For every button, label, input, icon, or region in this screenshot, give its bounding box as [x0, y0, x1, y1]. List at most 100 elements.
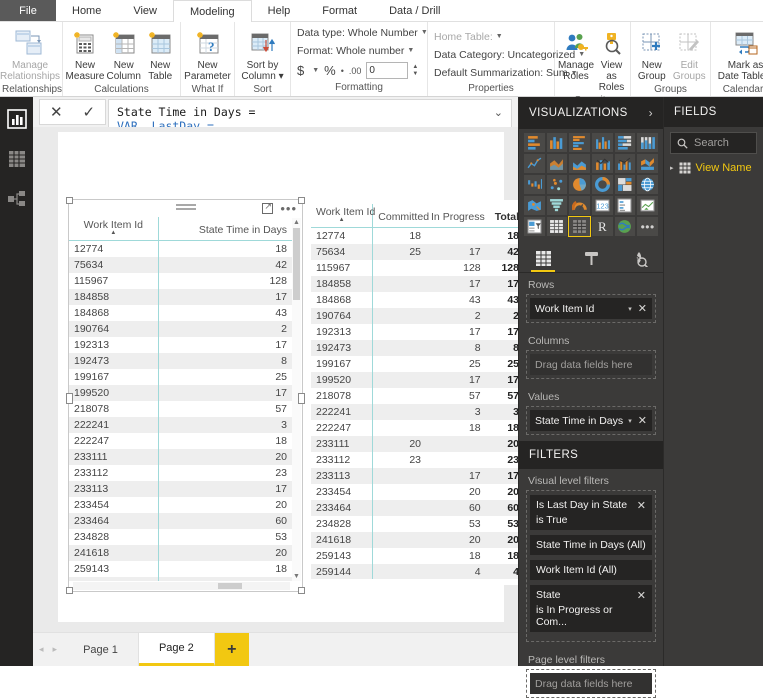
page-tab-page-2[interactable]: Page 2 — [138, 633, 215, 666]
new-parameter-button[interactable]: ? New Parameter — [183, 26, 232, 84]
matrix-row[interactable]: 199167 25 25 — [311, 356, 518, 372]
map-icon[interactable] — [637, 175, 658, 194]
tab-help[interactable]: Help — [252, 0, 307, 21]
matrix-row[interactable]: 184858 17 17 — [311, 276, 518, 292]
drop-zone[interactable]: Drag data fields here — [530, 354, 652, 375]
donut-chart-icon[interactable] — [591, 175, 613, 194]
matrix-row[interactable]: 192473 8 8 — [311, 340, 518, 356]
sidebar-item-model-view[interactable] — [5, 187, 29, 211]
scroll-thumb[interactable] — [293, 228, 300, 300]
line-clustered-column-chart-icon[interactable] — [614, 154, 636, 173]
funnel-chart-icon[interactable] — [546, 196, 568, 215]
table-visual[interactable]: ••• Work Item Id ▲ State Time in Days — [66, 197, 305, 594]
col-header-work-item-id[interactable]: Work Item Id ▲ — [69, 217, 159, 241]
clustered-bar-chart-icon[interactable] — [569, 133, 590, 152]
formula-cancel-button[interactable]: ✕ — [50, 105, 63, 120]
resize-handle-l[interactable] — [66, 392, 73, 404]
col-header-work-item-id[interactable]: Work Item Id ▲ — [311, 204, 375, 228]
table-icon[interactable] — [546, 217, 568, 236]
formula-expand-icon[interactable]: ⌄ — [494, 106, 503, 119]
chevron-down-icon[interactable]: ▾ — [628, 305, 632, 313]
matrix-row[interactable]: 233464 60 60 — [311, 500, 518, 516]
home-table-dropdown[interactable]: Home Table: ▼ — [430, 28, 507, 46]
new-table-button[interactable]: New Table — [142, 26, 178, 84]
matrix-row[interactable]: 75634 25 17 42 — [311, 244, 518, 260]
format-dropdown[interactable]: Format: Whole number ▼ — [293, 42, 418, 60]
more-visuals-icon[interactable]: ••• — [637, 217, 658, 236]
matrix-row[interactable]: 190764 2 2 — [311, 308, 518, 324]
filter-card[interactable]: State ✕ is In Progress or Com... — [530, 585, 652, 632]
page-next-icon[interactable]: ▸ — [53, 644, 58, 655]
matrix-row[interactable]: 234828 53 53 — [311, 516, 518, 532]
card-icon[interactable]: 123 — [591, 196, 613, 215]
table-row[interactable]: 222247 18 — [69, 433, 292, 449]
gauge-chart-icon[interactable] — [569, 196, 590, 215]
matrix-icon[interactable] — [568, 216, 591, 237]
page-prev-icon[interactable]: ◂ — [39, 644, 44, 655]
table-row[interactable]: 75634 42 — [69, 257, 292, 273]
add-page-button[interactable]: + — [214, 633, 249, 666]
table-row[interactable]: 241618 20 — [69, 545, 292, 561]
table-visual-body[interactable]: Work Item Id ▲ State Time in Days 12774 1… — [69, 217, 292, 581]
currency-button[interactable]: $ — [297, 63, 304, 78]
tab-home[interactable]: Home — [56, 0, 117, 21]
page-level-filters-well[interactable]: Drag data fields here — [526, 669, 656, 698]
table-row[interactable]: 234828 53 — [69, 529, 292, 545]
kpi-icon[interactable] — [637, 196, 658, 215]
matrix-row[interactable]: 199520 17 17 — [311, 372, 518, 388]
hscroll-thumb[interactable] — [218, 583, 242, 589]
well-values[interactable]: State Time in Days ▾ ✕ — [526, 406, 656, 435]
percent-button[interactable]: % — [324, 63, 336, 78]
table-row[interactable]: 184868 43 — [69, 305, 292, 321]
sidebar-item-data-view[interactable] — [5, 147, 29, 171]
matrix-row[interactable]: 12774 18 18 — [311, 227, 518, 244]
table-row[interactable]: 233112 23 — [69, 465, 292, 481]
100-stacked-column-chart-icon[interactable] — [637, 133, 658, 152]
canvas[interactable]: ••• Work Item Id ▲ State Time in Days — [33, 127, 518, 632]
well-rows[interactable]: Work Item Id ▾ ✕ — [526, 294, 656, 323]
tab-modeling[interactable]: Modeling — [173, 0, 252, 22]
col-header-total[interactable]: Total — [485, 204, 518, 228]
stacked-area-chart-icon[interactable] — [569, 154, 590, 173]
pie-chart-icon[interactable] — [569, 175, 590, 194]
tab-analytics[interactable] — [615, 244, 663, 272]
multi-row-card-icon[interactable] — [614, 196, 636, 215]
new-column-button[interactable]: New Column — [105, 26, 142, 84]
field-chip[interactable]: Work Item Id ▾ ✕ — [530, 298, 652, 319]
formula-input[interactable]: State Time in Days = VAR _LastDay = ⌄ — [108, 99, 512, 128]
matrix-row[interactable]: 115967 128 128 — [311, 260, 518, 276]
scroll-up-icon[interactable]: ▲ — [292, 218, 301, 227]
page-filters-dropzone[interactable]: Drag data fields here — [530, 673, 652, 694]
decimal-places-input[interactable]: 0 — [366, 62, 409, 80]
expand-triangle-icon[interactable]: ▸ — [670, 164, 674, 172]
table-row[interactable]: 259143 18 — [69, 561, 292, 577]
table-row[interactable]: 199520 17 — [69, 385, 292, 401]
chevron-down-icon[interactable]: ▾ — [628, 417, 632, 425]
formula-accept-button[interactable]: ✓ — [82, 105, 95, 120]
stacked-bar-chart-icon[interactable] — [524, 133, 545, 152]
col-header-state-time-in-days[interactable]: State Time in Days — [157, 217, 292, 241]
scatter-chart-icon[interactable] — [546, 175, 568, 194]
field-chip[interactable]: State Time in Days ▾ ✕ — [530, 410, 652, 431]
remove-field-icon[interactable]: ✕ — [638, 302, 647, 315]
ribbon-chart-icon[interactable] — [637, 154, 658, 173]
scroll-down-icon[interactable]: ▼ — [292, 572, 301, 581]
area-chart-icon[interactable] — [546, 154, 568, 173]
table-row[interactable]: 192313 17 — [69, 337, 292, 353]
search-field[interactable]: Search — [670, 132, 757, 154]
matrix-row[interactable]: 233112 23 23 — [311, 452, 518, 468]
table-row[interactable]: 233464 60 — [69, 513, 292, 529]
field-item-view-name[interactable]: ▸ View Name — [664, 159, 763, 177]
arcgis-map-icon[interactable] — [614, 217, 636, 236]
table-row[interactable]: 184858 17 — [69, 289, 292, 305]
manage-relationships-button[interactable]: Manage Relationships — [0, 26, 60, 84]
remove-filter-icon[interactable]: ✕ — [637, 589, 646, 602]
matrix-row[interactable]: 233454 20 20 — [311, 484, 518, 500]
decimal-spinner[interactable]: ▲ ▼ — [412, 64, 418, 78]
100-stacked-bar-chart-icon[interactable] — [614, 133, 636, 152]
table-row[interactable]: 233454 20 — [69, 497, 292, 513]
page-tab-page-1[interactable]: Page 1 — [63, 633, 139, 666]
matrix-row[interactable]: 184868 43 43 — [311, 292, 518, 308]
remove-field-icon[interactable]: ✕ — [638, 414, 647, 427]
filter-card[interactable]: State Time in Days (All) — [530, 535, 652, 555]
